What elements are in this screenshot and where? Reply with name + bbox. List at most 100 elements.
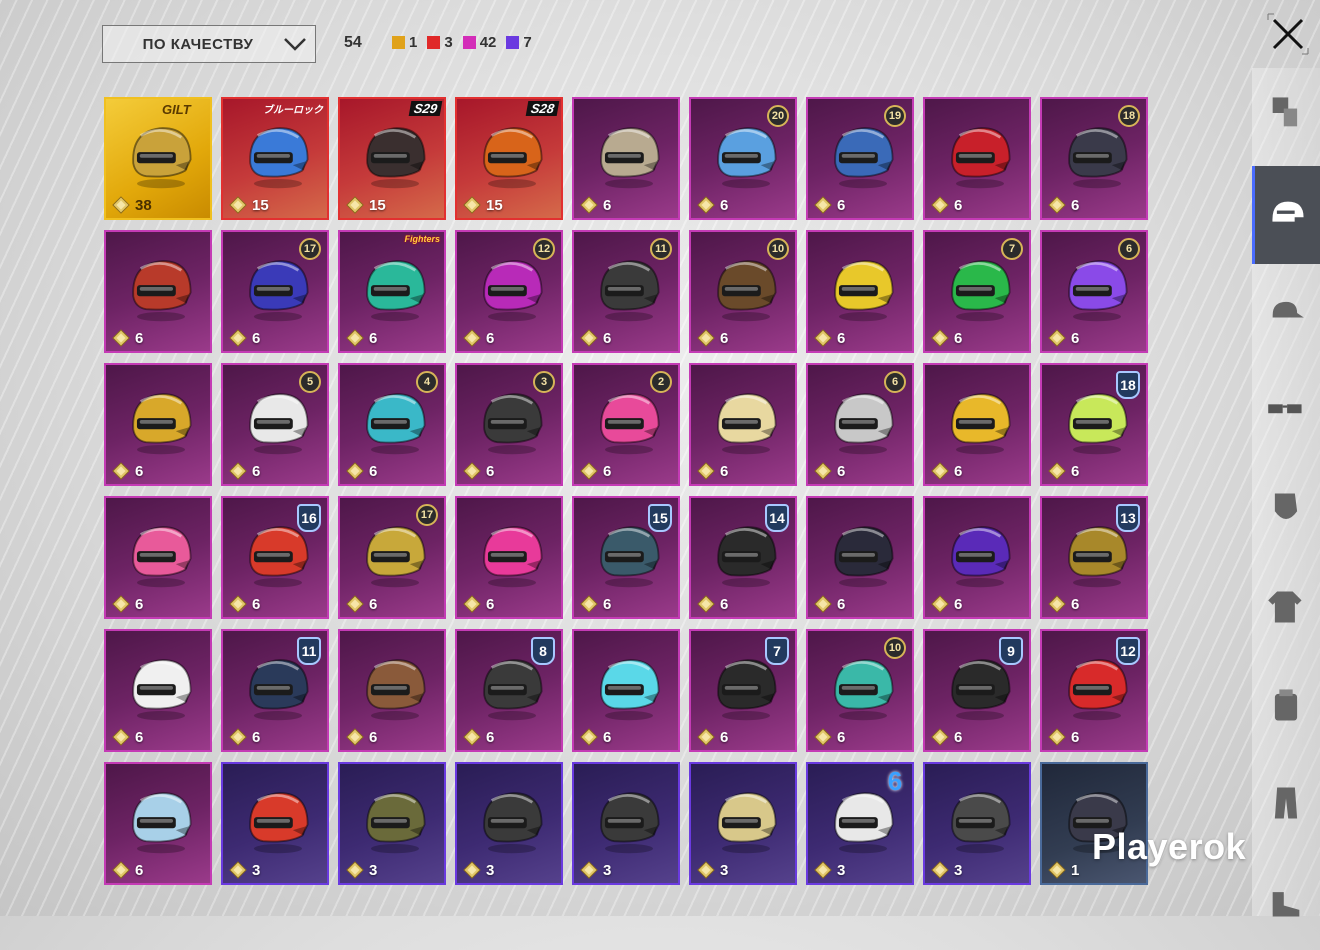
sidebar-tab-pants[interactable] [1252,754,1320,852]
helmet-icon [600,393,660,455]
inventory-item-tile[interactable]: 66 [806,363,914,486]
item-points-value: 6 [486,728,495,746]
sidebar-tab-jacket[interactable] [1252,558,1320,656]
inventory-item-tile[interactable]: 6 [572,629,680,752]
inventory-item-tile[interactable]: 14 6 [689,496,797,619]
item-points-value: 3 [369,861,378,879]
sidebar-tab-helmet[interactable] [1252,166,1320,264]
inventory-item-tile[interactable]: 3 [338,762,446,885]
inventory-item-tile[interactable]: 3 [923,762,1031,885]
inventory-item-tile[interactable]: S28 15 [455,97,563,220]
sort-dropdown[interactable]: ПО КАЧЕСТВУ [102,25,316,63]
item-points: 6 [931,595,962,613]
item-points: 6 [1048,462,1079,480]
item-points-value: 3 [954,861,963,879]
inventory-item-tile[interactable]: 63 [806,762,914,885]
inventory-item-tile[interactable]: 6 [923,97,1031,220]
inventory-item-tile[interactable]: 66 [1040,230,1148,353]
inventory-item-tile[interactable]: 6 [104,496,212,619]
point-gem-icon [229,861,247,879]
level-badge: 14 [765,504,789,532]
inventory-item-tile[interactable]: 11 6 [572,230,680,353]
item-points: 6 [814,462,845,480]
inventory-item-tile[interactable]: 6 [104,762,212,885]
inventory-item-tile[interactable]: 86 [455,629,563,752]
inventory-item-tile[interactable]: 56 [221,363,329,486]
item-points: 6 [463,462,494,480]
point-gem-icon [1048,329,1066,347]
inventory-item-tile[interactable]: 6 [104,363,212,486]
inventory-item-tile[interactable]: 76 [923,230,1031,353]
point-gem-icon [931,728,949,746]
inventory-item-tile[interactable]: 3 [221,762,329,885]
inventory-item-tile[interactable]: 10 6 [689,230,797,353]
inventory-item-tile[interactable]: 46 [338,363,446,486]
inventory-item-tile[interactable]: 18 6 [1040,97,1148,220]
sidebar-tab-backpack[interactable] [1252,656,1320,754]
inventory-item-tile[interactable]: 96 [923,629,1031,752]
legend-swatch [392,36,405,49]
item-points: 6 [697,462,728,480]
level-badge: 20 [767,105,789,127]
item-points-value: 6 [603,728,612,746]
item-points: 6 [346,329,377,347]
inventory-item-tile[interactable]: 3 [455,762,563,885]
rarity-legend: 1 3 42 7 [392,34,536,51]
item-points-value: 6 [954,595,963,613]
inventory-item-tile[interactable]: 6 [689,363,797,486]
jacket-icon [1268,591,1302,623]
inventory-item-tile[interactable]: 6 [806,230,914,353]
item-points: 38 [112,196,152,214]
inventory-item-tile[interactable]: 6 [104,230,212,353]
inventory-item-tile[interactable]: 26 [572,363,680,486]
inventory-item-tile[interactable]: S29 15 [338,97,446,220]
item-points: 6 [229,462,260,480]
item-points: 6 [931,196,962,214]
helmet-icon [132,260,192,322]
inventory-item-tile[interactable]: 13 6 [1040,496,1148,619]
item-points-value: 6 [252,462,261,480]
level-badge: 9 [999,637,1023,665]
sidebar-tab-cap[interactable] [1252,264,1320,362]
sidebar-tab-glasses[interactable] [1252,362,1320,460]
inventory-item-tile[interactable]: 20 6 [689,97,797,220]
inventory-item-tile[interactable]: 10 6 [806,629,914,752]
shoes-icon [1272,892,1300,917]
point-gem-icon [463,462,481,480]
item-points: 6 [697,329,728,347]
inventory-item-tile[interactable]: 17 6 [338,496,446,619]
item-points-value: 3 [837,861,846,879]
inventory-item-tile[interactable]: 6 [455,496,563,619]
inventory-item-tile[interactable]: GILT 38 [104,97,212,220]
inventory-item-tile[interactable]: 15 6 [572,496,680,619]
inventory-item-tile[interactable]: 3 [572,762,680,885]
inventory-item-tile[interactable]: 18 6 [1040,363,1148,486]
inventory-item-tile[interactable]: 12 6 [1040,629,1148,752]
helmet-icon [366,659,426,721]
inventory-item-tile[interactable]: 19 6 [806,97,914,220]
close-button[interactable] [1266,12,1310,56]
inventory-item-tile[interactable]: ブルーロック 15 [221,97,329,220]
inventory-item-tile[interactable]: 12 6 [455,230,563,353]
inventory-item-tile[interactable]: 6 [338,629,446,752]
level-badge: 6 [884,371,906,393]
inventory-item-tile[interactable]: 16 6 [221,496,329,619]
legend-item: 1 [392,34,417,51]
sidebar-tab-mask[interactable] [1252,460,1320,558]
inventory-item-tile[interactable]: Fighters 6 [338,230,446,353]
inventory-item-tile[interactable]: 36 [455,363,563,486]
inventory-item-tile[interactable]: 6 [806,496,914,619]
item-points: 3 [697,861,728,879]
inventory-item-tile[interactable]: 11 6 [221,629,329,752]
inventory-item-tile[interactable]: 6 [572,97,680,220]
inventory-item-tile[interactable]: 3 [689,762,797,885]
sidebar-tab-shoes[interactable] [1252,852,1320,950]
inventory-item-tile[interactable]: 6 [923,363,1031,486]
inventory-item-tile[interactable]: 6 [104,629,212,752]
sidebar-tab-outfit[interactable] [1252,64,1320,162]
inventory-item-tile[interactable]: 76 [689,629,797,752]
item-points-value: 6 [486,329,495,347]
inventory-item-tile[interactable]: 6 [923,496,1031,619]
inventory-item-tile[interactable]: 17 6 [221,230,329,353]
point-gem-icon [1048,861,1066,879]
